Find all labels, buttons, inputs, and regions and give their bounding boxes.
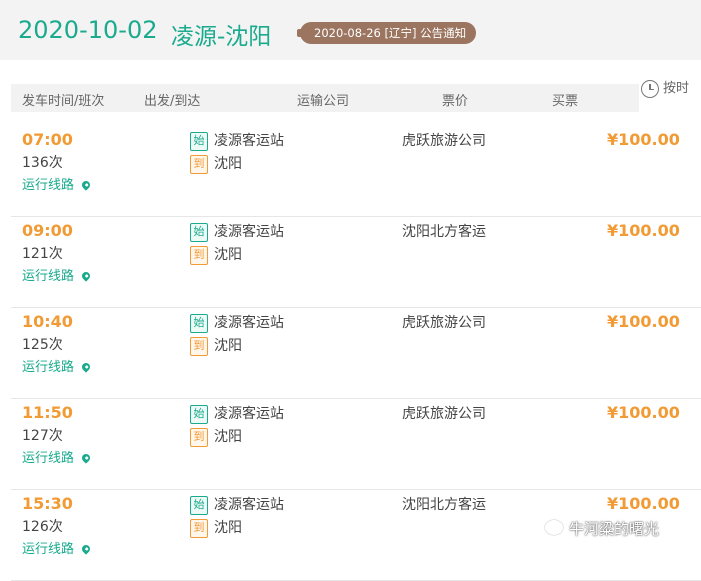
departure-time: 15:30 [22,494,73,513]
column-header: 发车时间/班次 出发/到达 运输公司 票价 买票 [11,84,639,112]
departure-station: 始凌源客运站 [190,312,284,333]
end-tag: 到 [190,337,208,356]
trip-row: 11:50 127次 运行线路始凌源客运站到沈阳 虎跃旅游公司 ¥100.00 [11,398,701,490]
start-tag: 始 [190,132,208,151]
col-time: 发车时间/班次 [22,94,105,109]
route-link[interactable]: 运行线路 [22,174,92,193]
start-tag: 始 [190,496,208,515]
notice-badge[interactable]: 2020-08-26 [辽宁] 公告通知 [297,22,477,44]
end-tag: 到 [190,246,208,265]
departure-station: 始凌源客运站 [190,494,284,515]
ticket-price[interactable]: ¥100.00 [607,312,680,331]
departure-station-name: 凌源客运站 [214,497,284,513]
notice-dot-icon [297,29,303,37]
arrival-station-name: 沈阳 [214,338,242,354]
arrival-station: 到沈阳 [190,335,242,356]
route-link-label: 运行线路 [22,178,75,193]
end-tag: 到 [190,155,208,174]
departure-station-name: 凌源客运站 [214,224,284,240]
transport-company: 虎跃旅游公司 [402,406,486,422]
arrival-station-name: 沈阳 [214,520,242,536]
col-company: 运输公司 [297,94,350,109]
route-link-label: 运行线路 [22,269,75,284]
departure-station: 始凌源客运站 [190,403,284,424]
watermark-text: 牛河粱的曙光 [569,520,660,538]
location-pin-icon [80,179,92,191]
end-tag: 到 [190,519,208,538]
trip-number: 126次 [22,519,63,535]
arrival-station-name: 沈阳 [214,247,242,263]
trip-number: 127次 [22,428,63,444]
location-pin-icon [80,270,92,282]
route-link-label: 运行线路 [22,451,75,466]
departure-time: 07:00 [22,130,73,149]
sort-label: 按时 [663,81,690,96]
ticket-price[interactable]: ¥100.00 [607,403,680,422]
route-link[interactable]: 运行线路 [22,356,92,375]
location-pin-icon [80,452,92,464]
arrival-station: 到沈阳 [190,244,242,265]
route-link[interactable]: 运行线路 [22,265,92,284]
transport-company: 虎跃旅游公司 [402,315,486,331]
departure-station: 始凌源客运站 [190,130,284,151]
transport-company: 沈阳北方客运 [402,224,486,240]
route-title: 凌源-沈阳 [171,24,272,50]
arrival-station: 到沈阳 [190,517,242,538]
departure-time: 10:40 [22,312,73,331]
col-price: 票价 [442,94,469,109]
route-link[interactable]: 运行线路 [22,538,92,557]
wechat-icon [545,520,563,535]
arrival-station-name: 沈阳 [214,156,242,172]
departure-station: 始凌源客运站 [190,221,284,242]
arrival-station-name: 沈阳 [214,429,242,445]
watermark: 牛河粱的曙光 [545,518,659,539]
start-tag: 始 [190,314,208,333]
ticket-price[interactable]: ¥100.00 [607,494,680,513]
arrival-station: 到沈阳 [190,153,242,174]
trip-row: 09:00 121次 运行线路始凌源客运站到沈阳 沈阳北方客运 ¥100.00 [11,216,701,308]
travel-date: 2020-10-02 [18,16,158,44]
route-link-label: 运行线路 [22,360,75,375]
location-pin-icon [80,543,92,555]
end-tag: 到 [190,428,208,447]
trip-row: 10:40 125次 运行线路始凌源客运站到沈阳 虎跃旅游公司 ¥100.00 [11,307,701,399]
departure-station-name: 凌源客运站 [214,315,284,331]
start-tag: 始 [190,223,208,242]
route-link-label: 运行线路 [22,542,75,557]
route-link[interactable]: 运行线路 [22,447,92,466]
trip-number: 136次 [22,155,63,171]
transport-company: 虎跃旅游公司 [402,133,486,149]
departure-time: 11:50 [22,403,73,422]
trip-number: 125次 [22,337,63,353]
col-stations: 出发/到达 [144,94,201,109]
notice-text: 2020-08-26 [辽宁] 公告通知 [314,26,467,40]
col-buy: 买票 [552,94,579,109]
start-tag: 始 [190,405,208,424]
transport-company: 沈阳北方客运 [402,497,486,513]
departure-station-name: 凌源客运站 [214,133,284,149]
arrival-station: 到沈阳 [190,426,242,447]
clock-icon [641,79,659,98]
trip-row: 07:00 136次 运行线路始凌源客运站到沈阳 虎跃旅游公司 ¥100.00 [11,125,701,217]
sort-by-time-button[interactable]: 按时 [641,77,689,101]
trip-number: 121次 [22,246,63,262]
departure-time: 09:00 [22,221,73,240]
ticket-price[interactable]: ¥100.00 [607,221,680,240]
location-pin-icon [80,361,92,373]
departure-station-name: 凌源客运站 [214,406,284,422]
ticket-price[interactable]: ¥100.00 [607,130,680,149]
page-header: 2020-10-02 凌源-沈阳 2020-08-26 [辽宁] 公告通知 [0,0,701,60]
